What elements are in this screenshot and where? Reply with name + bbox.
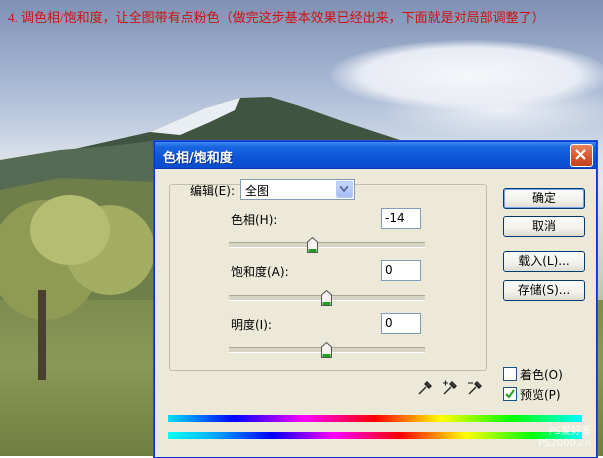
lightness-label: 明度(I): bbox=[231, 318, 272, 332]
load-button[interactable]: 载入(L)... bbox=[503, 251, 585, 272]
saturation-label: 饱和度(A): bbox=[231, 265, 289, 279]
adjusted-color-spectrum bbox=[168, 432, 582, 439]
saturation-input[interactable]: 0 bbox=[381, 260, 421, 281]
dialog-title: 色相/饱和度 bbox=[163, 151, 233, 166]
tree bbox=[0, 195, 155, 380]
hue-label: 色相(H): bbox=[231, 213, 278, 227]
watermark-brand: PS爱好者 bbox=[548, 426, 591, 437]
colorize-checkbox[interactable] bbox=[503, 367, 517, 381]
save-button[interactable]: 存储(S)... bbox=[503, 280, 585, 301]
checkmark-icon bbox=[505, 389, 515, 399]
edit-label: 编辑(E): bbox=[190, 184, 235, 198]
hue-input[interactable]: -14 bbox=[381, 208, 421, 229]
eyedropper-minus-icon[interactable] bbox=[467, 380, 483, 396]
saturation-slider-thumb[interactable] bbox=[321, 290, 332, 306]
eyedropper-icon[interactable] bbox=[417, 380, 433, 396]
cancel-button[interactable]: 取消 bbox=[503, 216, 585, 237]
preview-checkbox[interactable] bbox=[503, 387, 517, 401]
close-icon bbox=[575, 149, 586, 160]
close-button[interactable] bbox=[570, 144, 593, 167]
watermark-site: PS2000.cn bbox=[538, 438, 591, 449]
colorize-label: 着色(O) bbox=[520, 368, 563, 382]
edit-select[interactable]: 全图 bbox=[240, 179, 355, 200]
dialog-titlebar[interactable]: 色相/饱和度 bbox=[155, 142, 596, 169]
tutorial-caption: 4. 调色相/饱和度，让全图带有点粉色（做完这步基本效果已经出来，下面就是对局部… bbox=[8, 10, 545, 25]
ok-button[interactable]: 确定 bbox=[503, 188, 585, 209]
watermark: PS爱好者 PS2000.cn bbox=[538, 426, 591, 450]
original-color-spectrum bbox=[168, 415, 582, 422]
chevron-down-icon[interactable] bbox=[336, 181, 353, 198]
hue-saturation-dialog: 色相/饱和度 编辑(E): 全图 色相(H): -14 饱和度(A): 0 明度… bbox=[154, 141, 597, 458]
lightness-input[interactable]: 0 bbox=[381, 313, 421, 334]
preview-label: 预览(P) bbox=[520, 388, 561, 402]
lightness-slider-thumb[interactable] bbox=[321, 342, 332, 358]
eyedropper-plus-icon[interactable] bbox=[442, 380, 458, 396]
hue-slider-thumb[interactable] bbox=[307, 237, 318, 253]
edit-select-value: 全图 bbox=[245, 184, 270, 198]
hue-slider-track[interactable] bbox=[229, 242, 425, 248]
